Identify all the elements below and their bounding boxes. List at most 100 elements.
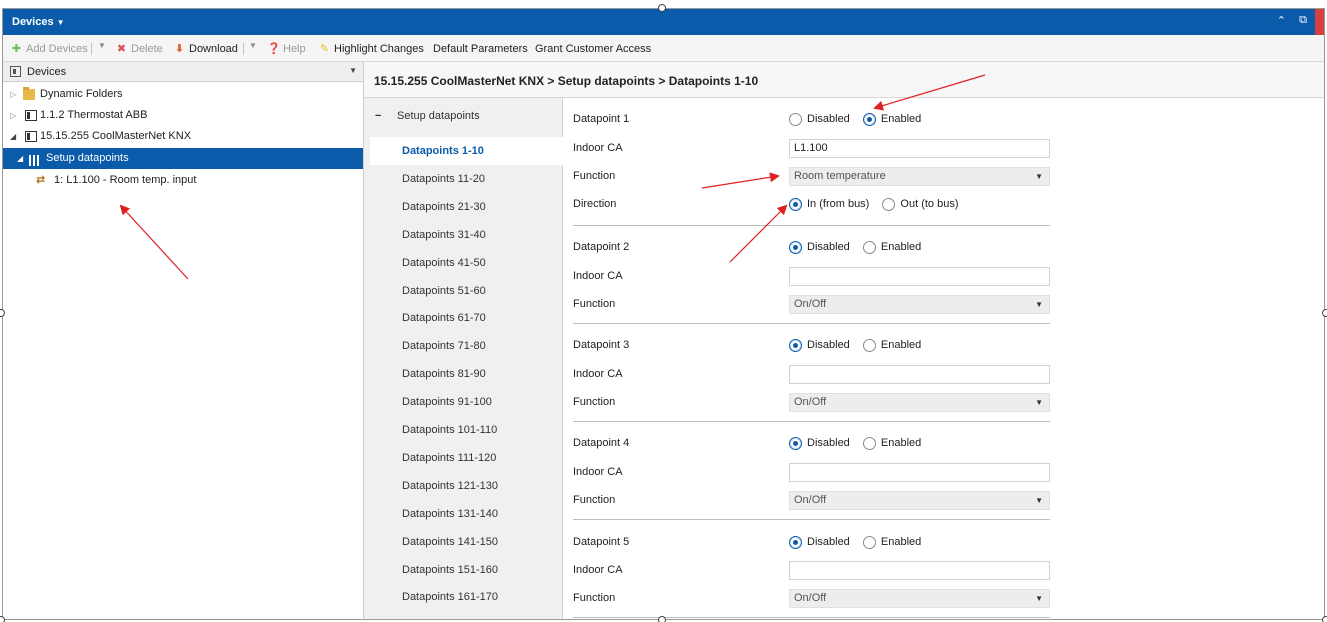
datapoint-2-label: Datapoint 2 — [573, 241, 630, 253]
radio-out-label: Out (to bus) — [900, 198, 959, 211]
resize-handle[interactable] — [0, 616, 5, 622]
collapse-icon[interactable]: ◢ — [17, 148, 23, 169]
add-devices-dropdown-icon[interactable]: ▼ — [98, 41, 106, 50]
radio-enabled[interactable] — [862, 436, 876, 450]
grant-customer-access-button[interactable]: Grant Customer Access — [535, 41, 651, 57]
breadcrumb-text: 15.15.255 CoolMasterNet KNX > Setup data… — [374, 74, 759, 88]
nav-item-datapoints-161-170[interactable]: Datapoints 161-170 — [364, 583, 563, 611]
datapoint-2-indoor-ca-input[interactable] — [789, 267, 1050, 286]
nav-item-datapoints-101-110[interactable]: Datapoints 101-110 — [364, 416, 563, 444]
radio-disabled[interactable] — [789, 436, 802, 450]
default-parameters-label: Default Parameters — [433, 43, 528, 55]
tree-item-dynamic-folders[interactable]: ▷ Dynamic Folders — [3, 84, 363, 105]
tree-item-setup-datapoints[interactable]: ◢ Setup datapoints — [3, 148, 363, 169]
resize-handle[interactable] — [658, 616, 666, 622]
datapoint-2-state: Disabled Enabled — [789, 239, 931, 255]
chevron-down-icon[interactable]: ▼ — [349, 66, 357, 75]
download-button[interactable]: ⬇ Download — [173, 41, 238, 57]
device-tree-header[interactable]: Devices ▼ — [3, 62, 363, 82]
chevron-down-icon: ▼ — [1035, 594, 1043, 603]
radio-disabled[interactable] — [789, 240, 802, 254]
highlight-changes-label: Highlight Changes — [334, 43, 424, 55]
nav-item-datapoints-51-60[interactable]: Datapoints 51-60 — [364, 277, 563, 305]
datapoint-4-indoor-ca-input[interactable] — [789, 463, 1050, 482]
nav-item-datapoints-41-50[interactable]: Datapoints 41-50 — [364, 249, 563, 277]
select-value: Room temperature — [794, 170, 886, 182]
radio-disabled[interactable] — [789, 112, 802, 126]
datapoint-2-function-select[interactable]: On/Off ▼ — [789, 295, 1050, 314]
device-tree-title: Devices — [27, 66, 67, 78]
resize-handle[interactable] — [1322, 309, 1327, 317]
nav-item-datapoints-111-120[interactable]: Datapoints 111-120 — [364, 444, 563, 472]
direction-label: Direction — [573, 198, 617, 210]
nav-item-datapoints-31-40[interactable]: Datapoints 31-40 — [364, 221, 563, 249]
datapoint-1-indoor-ca-input[interactable]: L1.100 — [789, 139, 1050, 158]
radio-disabled-label: Disabled — [807, 437, 850, 450]
radio-enabled[interactable] — [862, 338, 876, 352]
nav-group-setup-datapoints[interactable]: − Setup datapoints — [364, 98, 563, 134]
nav-item-datapoints-91-100[interactable]: Datapoints 91-100 — [364, 388, 563, 416]
radio-enabled[interactable] — [862, 240, 876, 254]
radio-enabled[interactable] — [862, 535, 876, 549]
nav-item-datapoints-151-160[interactable]: Datapoints 151-160 — [364, 556, 563, 584]
datapoint-3-function-select[interactable]: On/Off ▼ — [789, 393, 1050, 412]
nav-item-datapoints-61-70[interactable]: Datapoints 61-70 — [364, 304, 563, 332]
expand-icon[interactable]: ▷ — [10, 84, 16, 105]
datapoint-4-function-select[interactable]: On/Off ▼ — [789, 491, 1050, 510]
chevron-down-icon: ▼ — [1035, 172, 1043, 181]
datapoint-5-indoor-ca-input[interactable] — [789, 561, 1050, 580]
plus-icon: ✚ — [11, 43, 22, 55]
restore-icon[interactable]: ⧉ — [1299, 14, 1307, 27]
expand-icon[interactable]: ▷ — [10, 105, 16, 126]
datapoint-form: Datapoint 1 Disabled Enabled Indoor CA L… — [564, 98, 1324, 619]
radio-out-to-bus[interactable] — [882, 197, 896, 211]
nav-item-datapoints-121-130[interactable]: Datapoints 121-130 — [364, 472, 563, 500]
indoor-ca-label: Indoor CA — [573, 368, 623, 380]
delete-button[interactable]: ✖ Delete — [115, 41, 163, 57]
nav-item-datapoints-21-30[interactable]: Datapoints 21-30 — [364, 193, 563, 221]
datapoint-1-function-select[interactable]: Room temperature ▼ — [789, 167, 1050, 186]
download-dropdown-icon[interactable]: ▼ — [249, 41, 257, 50]
nav-item-datapoints-1-10[interactable]: Datapoints 1-10 — [370, 137, 564, 165]
tree-item-label: Setup datapoints — [46, 152, 129, 164]
divider — [573, 421, 1050, 422]
breadcrumb: 15.15.255 CoolMasterNet KNX > Setup data… — [364, 62, 1324, 98]
radio-disabled[interactable] — [789, 338, 802, 352]
radio-enabled[interactable] — [862, 112, 876, 126]
tree-item-datapoint-1[interactable]: ⇄ 1: L1.100 - Room temp. input — [3, 170, 363, 191]
datapoint-3-state: Disabled Enabled — [789, 337, 931, 353]
tree-item-coolmasternet[interactable]: ◢ 15.15.255 CoolMasterNet KNX — [3, 126, 363, 147]
resize-handle[interactable] — [658, 4, 666, 12]
nav-item-datapoints-11-20[interactable]: Datapoints 11-20 — [364, 165, 563, 193]
window-title-menu[interactable]: Devices ▼ — [12, 16, 65, 28]
indoor-ca-label: Indoor CA — [573, 142, 623, 154]
function-label: Function — [573, 592, 616, 604]
collapse-icon[interactable]: − — [375, 98, 381, 134]
device-tree-panel: Devices ▼ ▷ Dynamic Folders ▷ 1.1.2 Ther… — [3, 62, 364, 619]
default-parameters-button[interactable]: Default Parameters — [433, 41, 528, 57]
nav-item-datapoints-81-90[interactable]: Datapoints 81-90 — [364, 360, 563, 388]
radio-disabled-label: Disabled — [807, 536, 850, 549]
highlight-changes-button[interactable]: ✎ Highlight Changes — [318, 41, 424, 57]
device-icon — [25, 110, 37, 121]
close-button[interactable] — [1315, 9, 1324, 35]
add-devices-label: Add Devices — [26, 43, 88, 55]
delete-label: Delete — [131, 43, 163, 55]
radio-disabled[interactable] — [789, 535, 802, 549]
tree-item-thermostat[interactable]: ▷ 1.1.2 Thermostat ABB — [3, 105, 363, 126]
add-devices-button[interactable]: ✚ Add Devices — [10, 41, 88, 57]
nav-item-datapoints-71-80[interactable]: Datapoints 71-80 — [364, 332, 563, 360]
nav-item-datapoints-131-140[interactable]: Datapoints 131-140 — [364, 500, 563, 528]
radio-enabled-label: Enabled — [880, 113, 922, 126]
function-label: Function — [573, 396, 616, 408]
datapoint-5-function-select[interactable]: On/Off ▼ — [789, 589, 1050, 608]
radio-in-from-bus[interactable] — [789, 197, 802, 211]
resize-handle[interactable] — [1322, 616, 1327, 622]
nav-item-datapoints-141-150[interactable]: Datapoints 141-150 — [364, 528, 563, 556]
help-button[interactable]: ❓ Help — [267, 41, 306, 57]
grant-customer-access-label: Grant Customer Access — [535, 43, 652, 55]
chevron-up-icon[interactable]: ⌃ — [1277, 14, 1286, 27]
chevron-down-icon: ▼ — [1035, 300, 1043, 309]
collapse-icon[interactable]: ◢ — [10, 126, 16, 147]
datapoint-3-indoor-ca-input[interactable] — [789, 365, 1050, 384]
